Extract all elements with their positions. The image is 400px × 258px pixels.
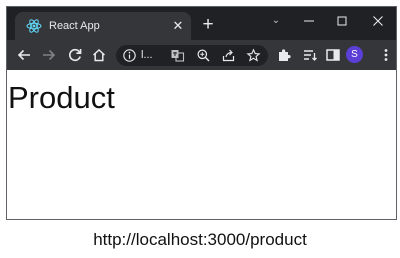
maximize-icon[interactable] bbox=[331, 11, 353, 31]
new-tab-button[interactable]: + bbox=[199, 15, 217, 34]
back-arrow-icon[interactable] bbox=[16, 47, 32, 63]
browser-window: React App ✕ + ⌄ l... S Product bbox=[6, 6, 397, 220]
translate-icon[interactable] bbox=[170, 48, 185, 63]
minimize-icon[interactable] bbox=[298, 11, 320, 31]
tab-react-app[interactable]: React App ✕ bbox=[15, 12, 191, 40]
share-icon[interactable] bbox=[221, 48, 236, 63]
tab-close-icon[interactable]: ✕ bbox=[170, 18, 186, 34]
url-text: l... bbox=[141, 49, 153, 61]
forward-arrow-icon[interactable] bbox=[41, 47, 57, 63]
toolbar: l... S bbox=[7, 40, 396, 70]
react-logo-icon bbox=[26, 18, 42, 34]
home-icon[interactable] bbox=[91, 47, 107, 63]
close-icon[interactable] bbox=[367, 11, 389, 31]
page-heading: Product bbox=[8, 80, 115, 115]
address-bar[interactable]: l... bbox=[116, 45, 268, 66]
tab-search-icon[interactable]: ⌄ bbox=[268, 13, 284, 29]
reload-icon[interactable] bbox=[67, 47, 83, 63]
zoom-icon[interactable] bbox=[196, 48, 211, 63]
reading-list-icon[interactable] bbox=[302, 47, 318, 63]
tab-title: React App bbox=[49, 20, 100, 32]
side-panel-icon[interactable] bbox=[325, 47, 341, 63]
site-info-icon[interactable] bbox=[122, 48, 137, 63]
profile-avatar[interactable]: S bbox=[346, 46, 363, 63]
page-viewport: Product bbox=[7, 70, 396, 219]
more-menu-icon[interactable] bbox=[378, 47, 394, 63]
extensions-puzzle-icon[interactable] bbox=[276, 47, 292, 63]
url-caption: http://localhost:3000/product bbox=[93, 230, 307, 249]
title-bar: React App ✕ + ⌄ bbox=[7, 7, 396, 40]
bookmark-star-icon[interactable] bbox=[246, 48, 261, 63]
